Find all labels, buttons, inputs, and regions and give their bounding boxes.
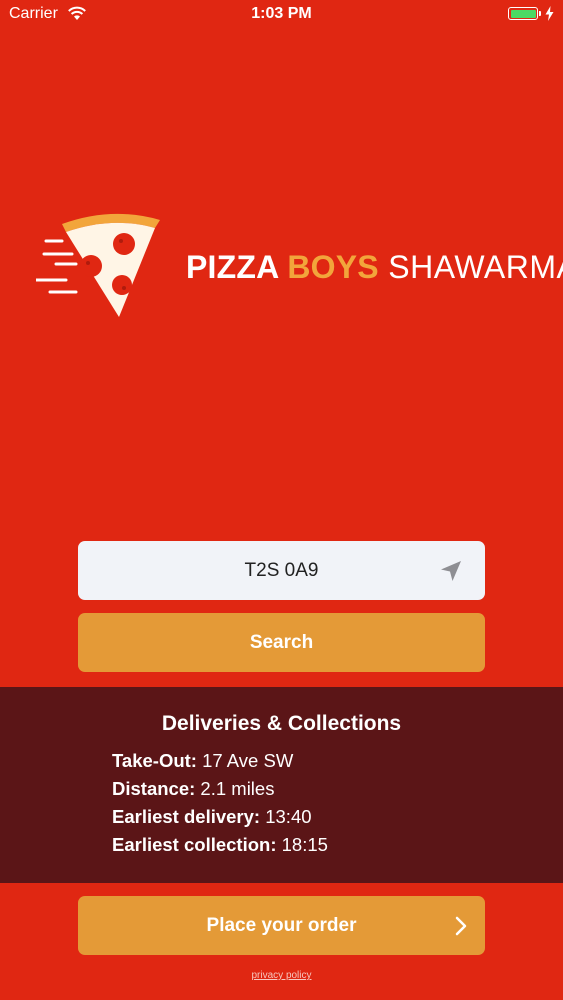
brand-word-shawarma: SHAWARMA [378, 249, 563, 285]
charging-bolt-icon [545, 6, 554, 21]
battery-cap [539, 11, 541, 16]
place-order-label: Place your order [206, 914, 357, 936]
battery-icon [508, 7, 538, 20]
place-order-button[interactable]: Place your order [78, 896, 485, 955]
info-row-earliest-delivery: Earliest delivery: 13:40 [112, 806, 312, 828]
info-row-distance: Distance: 2.1 miles [112, 778, 274, 800]
info-value: 18:15 [276, 834, 328, 855]
location-arrow-icon[interactable] [439, 559, 463, 583]
pizza-slice-icon [36, 213, 160, 317]
info-value: 13:40 [260, 806, 312, 827]
brand-name: PIZZA BOYS SHAWARMA [186, 250, 563, 284]
chevron-right-icon [455, 916, 467, 936]
brand-word-boys: BOYS [287, 249, 379, 285]
info-row-earliest-collection: Earliest collection: 18:15 [112, 834, 328, 856]
status-time: 1:03 PM [251, 5, 312, 22]
info-label: Earliest delivery: [112, 806, 261, 827]
brand-word-pizza: PIZZA [186, 249, 288, 285]
postcode-input[interactable] [78, 541, 485, 600]
postcode-field[interactable] [78, 541, 485, 600]
info-value: 17 Ave SW [196, 750, 294, 771]
info-label: Earliest collection: [112, 834, 277, 855]
info-value: 2.1 miles [195, 778, 275, 799]
battery-level [510, 9, 536, 18]
info-row-takeout: Take-Out: 17 Ave SW [112, 750, 293, 772]
status-bar: Carrier 1:03 PM [0, 0, 563, 30]
info-label: Distance: [112, 778, 196, 799]
privacy-policy-link[interactable]: privacy policy [0, 970, 563, 981]
search-button[interactable]: Search [78, 613, 485, 672]
info-label: Take-Out: [112, 750, 197, 771]
info-title: Deliveries & Collections [161, 712, 402, 735]
